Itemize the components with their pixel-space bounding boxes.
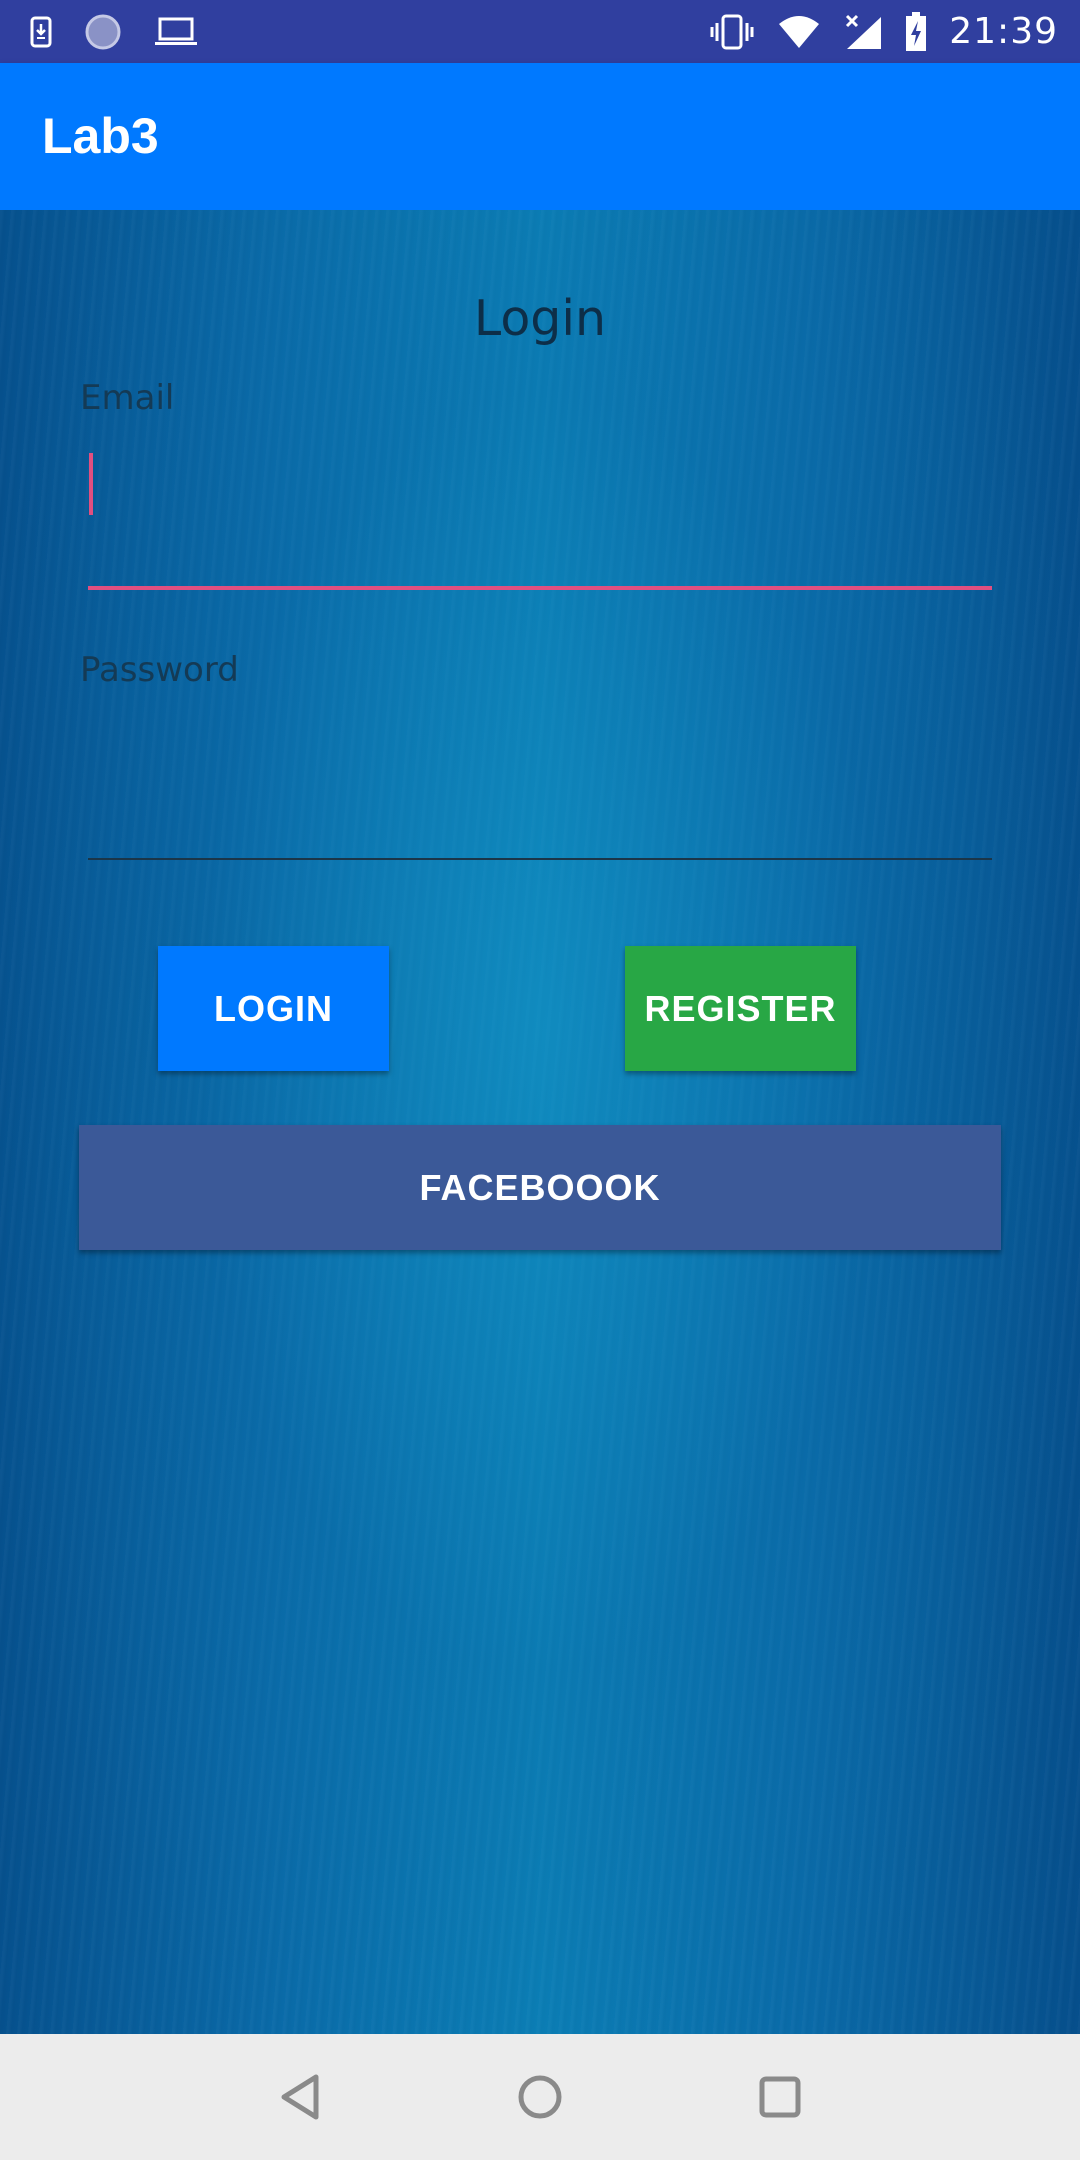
- sync-icon: [84, 13, 122, 51]
- vibrate-icon: [709, 13, 755, 51]
- back-icon: [281, 2074, 319, 2120]
- recents-icon: [759, 2076, 801, 2118]
- login-title: Login: [473, 290, 607, 347]
- app-bar: Lab3: [0, 63, 1080, 210]
- login-content: Login Email Password LOGIN REGISTER FACE…: [0, 210, 1080, 2034]
- wifi-icon: [777, 14, 821, 50]
- email-label: Email: [80, 378, 175, 418]
- download-notification-icon: [30, 16, 52, 48]
- recents-button[interactable]: [745, 2062, 815, 2132]
- login-button[interactable]: LOGIN: [158, 946, 389, 1071]
- status-time: 21:39: [949, 11, 1058, 52]
- password-field[interactable]: [88, 792, 992, 860]
- text-cursor: [89, 453, 93, 515]
- status-left-icons: [30, 0, 198, 63]
- navigation-bar: [0, 2034, 1080, 2160]
- app-title: Lab3: [42, 108, 159, 164]
- facebook-button[interactable]: FACEBOOOK: [79, 1125, 1001, 1250]
- register-button[interactable]: REGISTER: [625, 946, 856, 1071]
- home-icon: [518, 2075, 562, 2119]
- back-button[interactable]: [265, 2062, 335, 2132]
- status-bar: 21:39: [0, 0, 1080, 63]
- battery-charging-icon: [905, 11, 927, 52]
- password-label: Password: [80, 650, 239, 690]
- no-signal-icon: [843, 13, 883, 51]
- home-button[interactable]: [505, 2062, 575, 2132]
- email-field[interactable]: [88, 520, 992, 590]
- laptop-icon: [154, 16, 198, 48]
- status-right-icons: 21:39: [709, 0, 1058, 63]
